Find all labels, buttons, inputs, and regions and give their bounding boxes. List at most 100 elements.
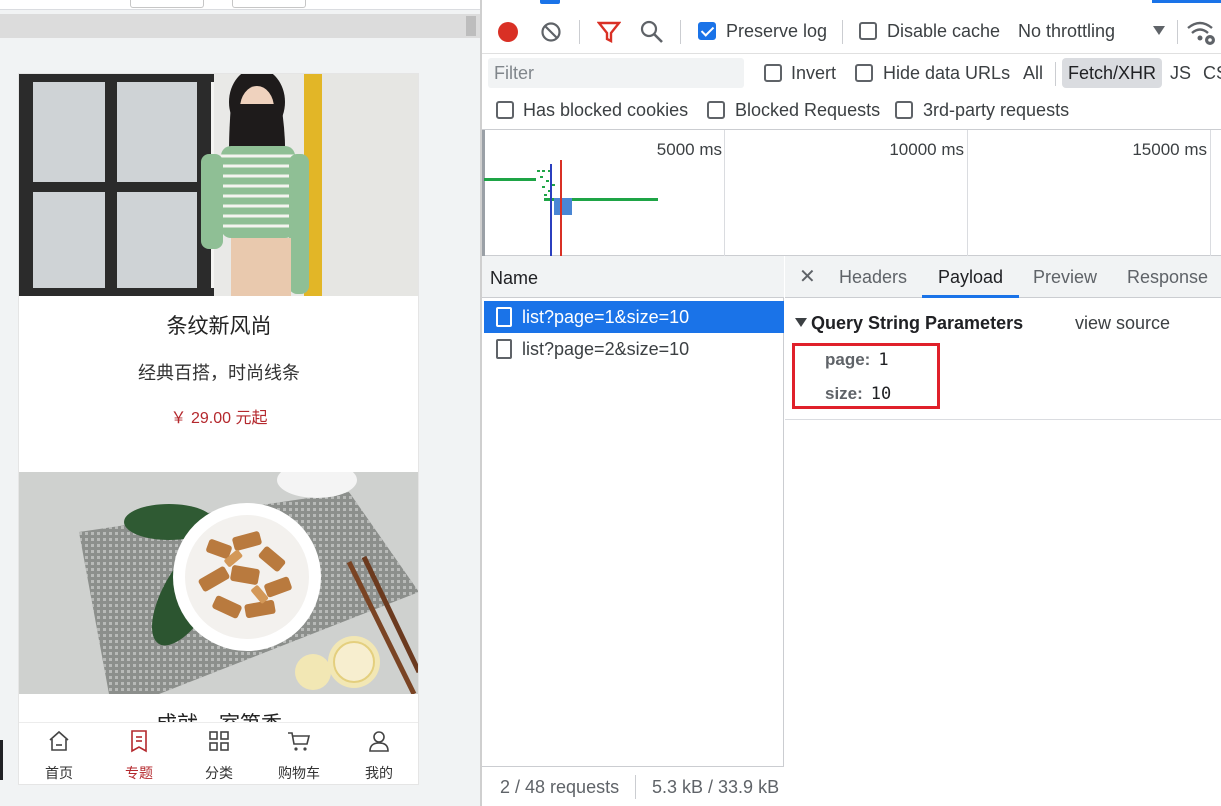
topic-card-subtitle: 经典百搭，时尚线条 bbox=[138, 363, 300, 383]
request-details-panel: ✕ Headers Payload Preview Response Query… bbox=[785, 256, 1221, 806]
preserve-log-checkbox[interactable] bbox=[698, 22, 716, 40]
blocked-requests-label: Blocked Requests bbox=[735, 100, 881, 120]
has-blocked-cookies-checkbox[interactable] bbox=[496, 101, 514, 119]
type-filter-all[interactable]: All bbox=[1017, 58, 1049, 88]
throttling-select[interactable]: No throttling bbox=[1018, 21, 1115, 42]
filter-input[interactable] bbox=[488, 58, 744, 88]
devtools-network-panel: Preserve log Disable cache No throttling… bbox=[482, 0, 1221, 806]
toolbar-separator bbox=[842, 20, 843, 44]
filter-icon[interactable] bbox=[597, 21, 621, 43]
hide-data-urls-checkbox[interactable] bbox=[855, 64, 873, 82]
filter-bar: Invert Hide data URLs All Fetch/XHR JS C… bbox=[482, 54, 1221, 92]
bottom-tab-bar: 首页 专题 分类 购物车 我的 bbox=[19, 722, 418, 784]
document-icon bbox=[496, 339, 512, 359]
tab-label: 分类 bbox=[205, 765, 233, 781]
preview-top-bar bbox=[0, 0, 480, 10]
view-source-link[interactable]: view source bbox=[1075, 313, 1170, 334]
network-toolbar: Preserve log Disable cache No throttling bbox=[482, 10, 1221, 54]
tab-category[interactable]: 分类 bbox=[179, 723, 259, 784]
tab-label: 购物车 bbox=[278, 765, 320, 781]
tab-response[interactable]: Response bbox=[1127, 256, 1208, 298]
toolbar-separator bbox=[1177, 20, 1178, 44]
blocked-requests-checkbox[interactable] bbox=[707, 101, 725, 119]
type-filter-js[interactable]: JS bbox=[1164, 58, 1197, 88]
tab-label: 首页 bbox=[45, 765, 73, 781]
device-toolbar-control[interactable] bbox=[130, 0, 204, 8]
disable-cache-label: Disable cache bbox=[887, 21, 1001, 41]
network-summary-bar: 2 / 48 requests 5.3 kB / 33.9 kB bbox=[482, 766, 784, 806]
topic-card-price: ￥ 29.00 元起 bbox=[170, 410, 268, 427]
hide-data-urls-label: Hide data URLs bbox=[883, 63, 1011, 83]
timeline-tick-label: 10000 ms bbox=[889, 140, 964, 159]
tab-label: 专题 bbox=[125, 765, 153, 781]
network-conditions-icon[interactable] bbox=[1186, 18, 1216, 46]
device-preview-pane: 条纹新风尚 经典百搭，时尚线条 ￥ 29.00 元起 首页 专题 分类 购物车 … bbox=[0, 0, 480, 806]
media-query-bar bbox=[0, 14, 480, 38]
toolbar-separator bbox=[579, 20, 580, 44]
timeline-gridline bbox=[967, 130, 968, 256]
tab-profile[interactable]: 我的 bbox=[339, 723, 418, 784]
invert-label: Invert bbox=[791, 63, 837, 83]
has-blocked-cookies-label: Has blocked cookies bbox=[523, 100, 689, 120]
resize-handle[interactable] bbox=[0, 740, 3, 780]
toolbar-separator bbox=[635, 775, 636, 799]
category-icon bbox=[209, 731, 229, 751]
tab-cart[interactable]: 购物车 bbox=[259, 723, 339, 784]
requests-table: Name list?page=1&size=10 list?page=2&siz… bbox=[482, 256, 784, 806]
mobile-viewport[interactable]: 条纹新风尚 经典百搭，时尚线条 ￥ 29.00 元起 首页 专题 分类 购物车 … bbox=[18, 73, 419, 785]
type-filter-fetch-xhr[interactable]: Fetch/XHR bbox=[1062, 58, 1163, 88]
timeline-waterfall-graphic bbox=[482, 130, 658, 256]
request-name: list?page=2&size=10 bbox=[522, 339, 690, 359]
home-icon bbox=[49, 730, 69, 751]
tab-payload[interactable]: Payload bbox=[922, 256, 1020, 298]
toolbar-separator bbox=[680, 20, 681, 44]
timeline-tick-label: 15000 ms bbox=[1132, 140, 1207, 159]
third-party-checkbox[interactable] bbox=[895, 101, 913, 119]
type-filter-css[interactable]: CS bbox=[1197, 58, 1221, 88]
clear-icon[interactable] bbox=[540, 21, 562, 43]
annotation-highlight-box bbox=[792, 343, 940, 409]
cart-icon bbox=[288, 732, 311, 751]
transfer-size: 5.3 kB / 33.9 kB bbox=[652, 777, 780, 797]
query-string-parameters-section: Query String Parameters view source page… bbox=[785, 298, 1221, 420]
name-column-label: Name bbox=[490, 268, 539, 288]
close-icon[interactable]: ✕ bbox=[799, 264, 816, 289]
topic-card[interactable]: 成就一室笋香 bbox=[19, 472, 418, 736]
triangle-down-icon[interactable] bbox=[795, 318, 807, 327]
tab-home[interactable]: 首页 bbox=[19, 723, 99, 784]
tab-topic[interactable]: 专题 bbox=[99, 723, 179, 784]
request-row[interactable]: list?page=1&size=10 bbox=[484, 301, 784, 333]
topic-card-title: 条纹新风尚 bbox=[166, 315, 272, 338]
topic-icon bbox=[131, 730, 147, 753]
record-icon[interactable] bbox=[496, 20, 520, 44]
request-count: 2 / 48 requests bbox=[500, 777, 620, 797]
tab-headers[interactable]: Headers bbox=[839, 256, 907, 298]
network-overview-timeline[interactable]: 5000 ms 10000 ms 15000 ms bbox=[482, 130, 1221, 256]
name-column-header[interactable]: Name bbox=[482, 256, 784, 298]
toolbar-separator bbox=[1055, 62, 1056, 86]
timeline-gridline bbox=[1210, 130, 1211, 256]
chevron-down-icon[interactable] bbox=[1153, 26, 1165, 36]
invert-checkbox[interactable] bbox=[764, 64, 782, 82]
active-panel-indicator bbox=[1152, 0, 1221, 3]
details-tab-strip: ✕ Headers Payload Preview Response bbox=[785, 256, 1221, 298]
search-icon[interactable] bbox=[640, 20, 664, 44]
request-name: list?page=1&size=10 bbox=[522, 307, 690, 327]
topic-card-image bbox=[19, 74, 418, 296]
timeline-gridline bbox=[724, 130, 725, 256]
topic-card[interactable]: 条纹新风尚 经典百搭，时尚线条 ￥ 29.00 元起 bbox=[19, 74, 418, 444]
disable-cache-checkbox[interactable] bbox=[859, 22, 877, 40]
request-row[interactable]: list?page=2&size=10 bbox=[484, 333, 784, 365]
third-party-label: 3rd-party requests bbox=[923, 100, 1070, 120]
preserve-log-label: Preserve log bbox=[726, 21, 828, 41]
device-toolbar-control[interactable] bbox=[232, 0, 306, 8]
user-icon bbox=[369, 731, 389, 752]
topic-card-image bbox=[19, 472, 418, 694]
document-icon bbox=[496, 307, 512, 327]
ruler-handle[interactable] bbox=[466, 16, 476, 36]
request-filter-bar: Has blocked cookies Blocked Requests 3rd… bbox=[482, 92, 1221, 130]
section-title[interactable]: Query String Parameters bbox=[811, 313, 1023, 334]
tab-label: 我的 bbox=[365, 765, 393, 781]
panel-tab-indicator bbox=[540, 0, 560, 4]
tab-preview[interactable]: Preview bbox=[1033, 256, 1097, 298]
